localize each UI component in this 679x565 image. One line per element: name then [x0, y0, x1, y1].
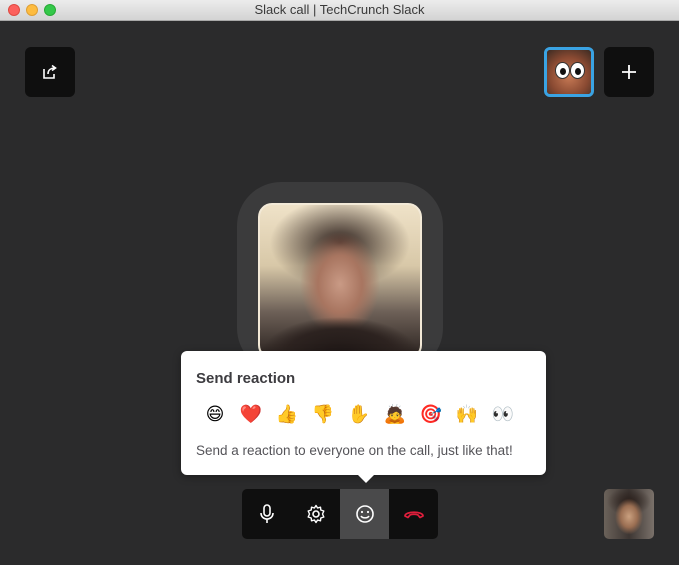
- emoji-raised-hands[interactable]: 🙌: [449, 403, 485, 427]
- window-titlebar: Slack call | TechCrunch Slack: [0, 0, 679, 21]
- eyes-reaction-icon: [555, 62, 570, 79]
- reaction-popover: Send reaction 😄 ❤️ 👍 👎 ✋ 🙇 🎯 🙌 👀 Send a …: [181, 351, 546, 483]
- popover-title: Send reaction: [196, 370, 296, 387]
- participant-avatar[interactable]: [544, 47, 594, 97]
- window-title: Slack call | TechCrunch Slack: [254, 2, 425, 17]
- share-screen-button[interactable]: [25, 47, 75, 97]
- participant-face: [547, 50, 591, 94]
- hang-up-icon: [403, 511, 424, 519]
- add-participant-button[interactable]: [604, 47, 654, 97]
- plus-icon: [622, 65, 636, 79]
- emoji-eyes[interactable]: 👀: [485, 403, 521, 427]
- mute-button[interactable]: [242, 489, 291, 539]
- hang-up-button[interactable]: [389, 489, 438, 539]
- emoji-grin[interactable]: 😄: [197, 403, 233, 427]
- emoji-thumbs-down[interactable]: 👎: [305, 403, 341, 427]
- emoji-raised-hand[interactable]: ✋: [341, 403, 377, 427]
- emoji-heart[interactable]: ❤️: [233, 403, 269, 427]
- microphone-icon: [259, 504, 274, 523]
- gear-icon: [307, 504, 324, 524]
- call-controls: [242, 489, 438, 539]
- share-screen-icon: [43, 64, 57, 79]
- reaction-button[interactable]: [340, 489, 389, 539]
- popover-description: Send a reaction to everyone on the call,…: [196, 443, 513, 458]
- emoji-thumbs-up[interactable]: 👍: [269, 403, 305, 427]
- emoji-target[interactable]: 🎯: [413, 403, 449, 427]
- eyes-reaction-icon: [570, 62, 585, 79]
- self-video-thumbnail[interactable]: [604, 489, 654, 539]
- emoji-row: 😄 ❤️ 👍 👎 ✋ 🙇 🎯 🙌 👀: [197, 403, 521, 427]
- main-participant-video: [258, 203, 422, 359]
- settings-button[interactable]: [291, 489, 340, 539]
- smiley-icon: [355, 505, 374, 523]
- emoji-bow[interactable]: 🙇: [377, 403, 413, 427]
